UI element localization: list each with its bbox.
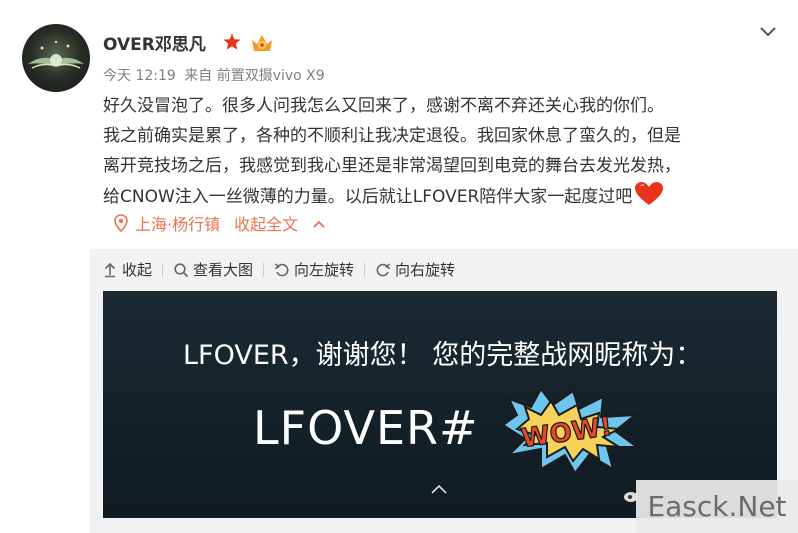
toolbar-divider xyxy=(364,262,366,277)
post-source[interactable]: 来自 前置双摄vivo X9 xyxy=(184,68,324,84)
rotate-right-label: 向右旋转 xyxy=(395,261,456,279)
content-line-text: 给CNOW注入一丝微薄的力量。以后就让LFOVER陪伴大家一起度过吧 xyxy=(103,187,633,207)
location-link[interactable]: 上海·杨行镇 xyxy=(113,211,220,235)
location-row: 上海·杨行镇 收起全文 xyxy=(113,211,326,235)
wow-sticker-icon: WOW! xyxy=(501,387,641,475)
avatar-image xyxy=(28,40,84,69)
magnifier-icon xyxy=(174,262,189,277)
location-label: 上海·杨行镇 xyxy=(135,215,221,234)
rotate-right-button[interactable]: 向右旋转 xyxy=(375,259,455,280)
heart-icon xyxy=(634,181,664,217)
star-badge-icon[interactable] xyxy=(222,32,242,56)
toolbar-divider xyxy=(162,262,164,277)
chevron-down-icon[interactable] xyxy=(758,24,778,43)
location-pin-icon xyxy=(114,214,128,232)
content-line: 我之前确实是累了，各种的不顺利让我决定退役。我回家休息了蛮久的，但是 xyxy=(103,126,681,146)
post-meta: 今天 12:19 来自 前置双摄vivo X9 xyxy=(103,65,329,85)
rotate-right-icon xyxy=(376,262,391,276)
content-line: 离开竞技场之后，我感觉到我心里还是非常渴望回到电竞的舞台去发光发热， xyxy=(103,156,681,176)
vip-crown-icon[interactable] xyxy=(250,32,274,58)
toolbar-divider xyxy=(263,262,265,277)
content-line: 好久没冒泡了。很多人问我怎么又回来了，感谢不离不弃还关心我的你们。 xyxy=(103,96,664,116)
image-caret-icon xyxy=(431,484,447,494)
post-content: 好久没冒泡了。很多人问我怎么又回来了，感谢不离不弃还关心我的你们。 我之前确实是… xyxy=(103,91,783,217)
view-large-button[interactable]: 查看大图 xyxy=(173,259,253,280)
avatar[interactable] xyxy=(22,24,90,92)
post-time[interactable]: 今天 12:19 xyxy=(103,68,176,84)
media-toolbar: 收起 查看大图 向左旋转 向右旋转 xyxy=(102,259,455,280)
collapse-fulltext-link[interactable]: 收起全文 xyxy=(234,211,298,235)
rotate-left-label: 向左旋转 xyxy=(294,261,355,279)
username[interactable]: OVER邓思凡 xyxy=(103,30,206,55)
watermark: Easck.Net xyxy=(636,480,798,533)
collapse-button[interactable]: 收起 xyxy=(102,259,152,280)
rotate-left-icon xyxy=(274,262,289,276)
chevron-up-icon[interactable] xyxy=(312,214,326,233)
image-thanks-text: LFOVER，谢谢您！ 您的完整战网昵称为： xyxy=(183,340,703,371)
view-large-label: 查看大图 xyxy=(193,261,254,279)
collapse-label: 收起 xyxy=(122,261,153,279)
rotate-left-button[interactable]: 向左旋转 xyxy=(274,259,354,280)
image-nickname: LFOVER# xyxy=(253,401,479,455)
arrow-up-icon xyxy=(104,262,116,277)
